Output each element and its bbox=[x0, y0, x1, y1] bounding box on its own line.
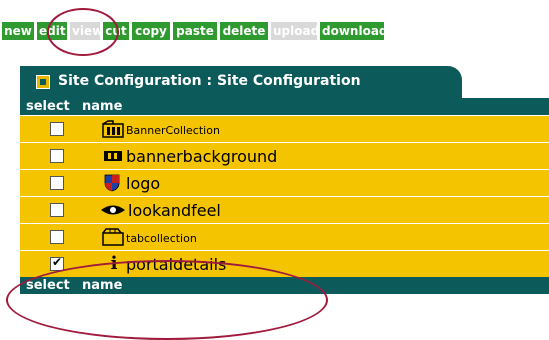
table-row[interactable]: lookandfeel bbox=[20, 196, 549, 223]
row-checkbox[interactable] bbox=[50, 176, 64, 190]
table-row[interactable]: bannerbackground bbox=[20, 142, 549, 169]
table-row[interactable]: logo bbox=[20, 169, 549, 196]
view-button[interactable]: view bbox=[70, 22, 103, 40]
folder-banner-icon bbox=[102, 120, 124, 138]
row-label[interactable]: logo bbox=[126, 174, 160, 193]
row-checkbox[interactable] bbox=[50, 122, 64, 136]
footer-name: name bbox=[82, 278, 123, 293]
banner-icon bbox=[102, 147, 122, 165]
paste-button[interactable]: paste bbox=[173, 22, 217, 40]
row-label[interactable]: BannerCollection bbox=[126, 124, 220, 137]
eye-icon bbox=[100, 201, 125, 219]
new-button[interactable]: new bbox=[2, 22, 34, 40]
copy-button[interactable]: copy bbox=[132, 22, 170, 40]
table-row[interactable]: BannerCollection bbox=[20, 115, 549, 142]
table-header: select name bbox=[20, 98, 549, 115]
header-select: select bbox=[26, 99, 70, 114]
upload-button[interactable]: upload bbox=[271, 22, 319, 40]
download-button[interactable]: download bbox=[320, 22, 388, 40]
folder-tab-icon bbox=[102, 228, 124, 246]
row-checkbox[interactable] bbox=[50, 230, 64, 244]
panel-tab: Site Configuration : Site Configuration bbox=[20, 66, 462, 98]
edit-button[interactable]: edit bbox=[37, 22, 67, 40]
row-label[interactable]: lookandfeel bbox=[128, 201, 221, 220]
row-checkbox[interactable] bbox=[50, 255, 64, 271]
row-checkbox[interactable] bbox=[50, 149, 64, 163]
header-name: name bbox=[82, 99, 123, 114]
table-row[interactable]: i portaldetails bbox=[20, 250, 549, 277]
info-icon: i bbox=[110, 253, 118, 274]
delete-button[interactable]: delete bbox=[220, 22, 268, 40]
row-checkbox[interactable] bbox=[50, 203, 64, 217]
row-label[interactable]: portaldetails bbox=[126, 255, 226, 274]
row-label[interactable]: tabcollection bbox=[126, 232, 197, 245]
cut-button[interactable]: cut bbox=[103, 22, 129, 40]
tab-checkbox-icon[interactable] bbox=[36, 75, 50, 89]
shield-icon bbox=[102, 174, 122, 192]
panel-title: Site Configuration : Site Configuration bbox=[58, 73, 361, 89]
footer-select: select bbox=[26, 278, 70, 293]
row-label[interactable]: bannerbackground bbox=[126, 147, 277, 166]
table-row[interactable]: tabcollection bbox=[20, 223, 549, 250]
table-footer-header: select name bbox=[20, 277, 549, 294]
